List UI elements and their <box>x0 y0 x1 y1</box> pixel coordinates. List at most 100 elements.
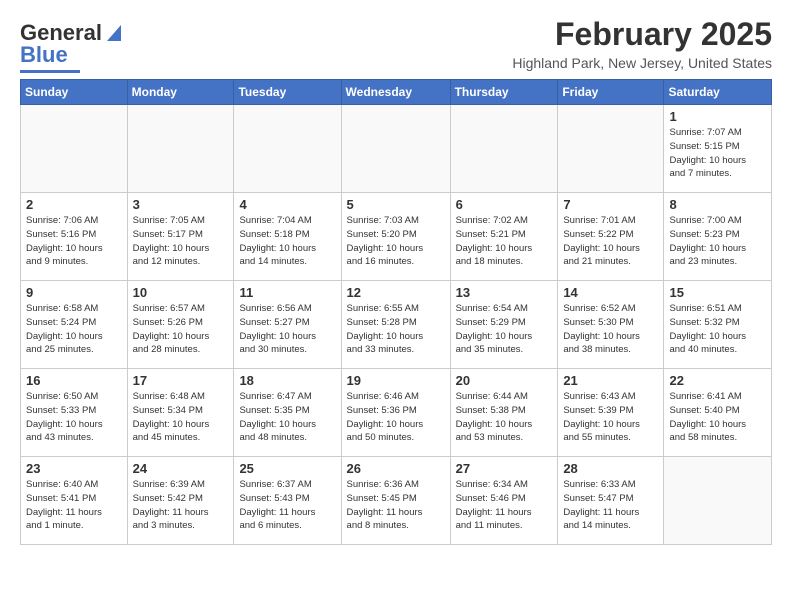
day-info: Sunrise: 6:56 AM Sunset: 5:27 PM Dayligh… <box>239 302 335 357</box>
calendar-cell: 21 Sunrise: 6:43 AM Sunset: 5:39 PM Dayli… <box>558 369 664 457</box>
col-thursday: Thursday <box>450 80 558 105</box>
day-info: Sunrise: 6:41 AM Sunset: 5:40 PM Dayligh… <box>669 390 766 445</box>
day-number: 12 <box>347 285 445 300</box>
col-wednesday: Wednesday <box>341 80 450 105</box>
day-info: Sunrise: 6:55 AM Sunset: 5:28 PM Dayligh… <box>347 302 445 357</box>
day-info: Sunrise: 7:02 AM Sunset: 5:21 PM Dayligh… <box>456 214 553 269</box>
day-number: 20 <box>456 373 553 388</box>
main-title: February 2025 <box>512 16 772 53</box>
day-info: Sunrise: 6:50 AM Sunset: 5:33 PM Dayligh… <box>26 390 122 445</box>
day-number: 25 <box>239 461 335 476</box>
day-info: Sunrise: 7:00 AM Sunset: 5:23 PM Dayligh… <box>669 214 766 269</box>
calendar-cell: 27 Sunrise: 6:34 AM Sunset: 5:46 PM Dayli… <box>450 457 558 545</box>
day-number: 14 <box>563 285 658 300</box>
day-number: 2 <box>26 197 122 212</box>
calendar-cell: 20 Sunrise: 6:44 AM Sunset: 5:38 PM Dayli… <box>450 369 558 457</box>
calendar-cell: 26 Sunrise: 6:36 AM Sunset: 5:45 PM Dayli… <box>341 457 450 545</box>
col-saturday: Saturday <box>664 80 772 105</box>
subtitle: Highland Park, New Jersey, United States <box>512 55 772 71</box>
day-number: 9 <box>26 285 122 300</box>
calendar-week-row: 16Sunrise: 6:50 AM Sunset: 5:33 PM Dayli… <box>21 369 772 457</box>
day-number: 21 <box>563 373 658 388</box>
calendar-cell: 8Sunrise: 7:00 AM Sunset: 5:23 PM Daylig… <box>664 193 772 281</box>
day-info: Sunrise: 6:48 AM Sunset: 5:34 PM Dayligh… <box>133 390 229 445</box>
calendar-cell: 16Sunrise: 6:50 AM Sunset: 5:33 PM Dayli… <box>21 369 128 457</box>
calendar-cell: 10Sunrise: 6:57 AM Sunset: 5:26 PM Dayli… <box>127 281 234 369</box>
calendar-cell: 14 Sunrise: 6:52 AM Sunset: 5:30 PM Dayli… <box>558 281 664 369</box>
calendar-cell: 22 Sunrise: 6:41 AM Sunset: 5:40 PM Dayli… <box>664 369 772 457</box>
calendar-cell: 5 Sunrise: 7:03 AM Sunset: 5:20 PM Daylig… <box>341 193 450 281</box>
header: General Blue February 2025 Highland Park… <box>20 16 772 73</box>
day-number: 6 <box>456 197 553 212</box>
calendar-week-row: 9Sunrise: 6:58 AM Sunset: 5:24 PM Daylig… <box>21 281 772 369</box>
calendar-cell <box>21 105 128 193</box>
calendar-cell: 1 Sunrise: 7:07 AM Sunset: 5:15 PM Daylig… <box>664 105 772 193</box>
calendar-cell: 6 Sunrise: 7:02 AM Sunset: 5:21 PM Daylig… <box>450 193 558 281</box>
day-info: Sunrise: 6:47 AM Sunset: 5:35 PM Dayligh… <box>239 390 335 445</box>
day-info: Sunrise: 7:07 AM Sunset: 5:15 PM Dayligh… <box>669 126 766 181</box>
calendar-cell: 13Sunrise: 6:54 AM Sunset: 5:29 PM Dayli… <box>450 281 558 369</box>
calendar-cell: 25 Sunrise: 6:37 AM Sunset: 5:43 PM Dayli… <box>234 457 341 545</box>
calendar-cell <box>664 457 772 545</box>
day-number: 26 <box>347 461 445 476</box>
title-area: February 2025 Highland Park, New Jersey,… <box>512 16 772 71</box>
day-info: Sunrise: 6:46 AM Sunset: 5:36 PM Dayligh… <box>347 390 445 445</box>
day-number: 22 <box>669 373 766 388</box>
day-info: Sunrise: 6:52 AM Sunset: 5:30 PM Dayligh… <box>563 302 658 357</box>
calendar-cell: 17Sunrise: 6:48 AM Sunset: 5:34 PM Dayli… <box>127 369 234 457</box>
day-info: Sunrise: 7:03 AM Sunset: 5:20 PM Dayligh… <box>347 214 445 269</box>
day-info: Sunrise: 7:05 AM Sunset: 5:17 PM Dayligh… <box>133 214 229 269</box>
day-info: Sunrise: 6:54 AM Sunset: 5:29 PM Dayligh… <box>456 302 553 357</box>
calendar-cell: 28Sunrise: 6:33 AM Sunset: 5:47 PM Dayli… <box>558 457 664 545</box>
calendar-cell: 12 Sunrise: 6:55 AM Sunset: 5:28 PM Dayli… <box>341 281 450 369</box>
calendar-cell: 7 Sunrise: 7:01 AM Sunset: 5:22 PM Daylig… <box>558 193 664 281</box>
calendar-cell: 4Sunrise: 7:04 AM Sunset: 5:18 PM Daylig… <box>234 193 341 281</box>
day-info: Sunrise: 7:06 AM Sunset: 5:16 PM Dayligh… <box>26 214 122 269</box>
calendar-week-row: 2 Sunrise: 7:06 AM Sunset: 5:16 PM Daylig… <box>21 193 772 281</box>
col-monday: Monday <box>127 80 234 105</box>
day-number: 27 <box>456 461 553 476</box>
calendar-week-row: 1 Sunrise: 7:07 AM Sunset: 5:15 PM Daylig… <box>21 105 772 193</box>
col-tuesday: Tuesday <box>234 80 341 105</box>
day-info: Sunrise: 7:04 AM Sunset: 5:18 PM Dayligh… <box>239 214 335 269</box>
day-number: 24 <box>133 461 229 476</box>
day-number: 7 <box>563 197 658 212</box>
calendar-cell: 15Sunrise: 6:51 AM Sunset: 5:32 PM Dayli… <box>664 281 772 369</box>
calendar-cell <box>234 105 341 193</box>
day-number: 18 <box>239 373 335 388</box>
page: General Blue February 2025 Highland Park… <box>0 0 792 561</box>
day-info: Sunrise: 6:51 AM Sunset: 5:32 PM Dayligh… <box>669 302 766 357</box>
calendar-cell: 19 Sunrise: 6:46 AM Sunset: 5:36 PM Dayli… <box>341 369 450 457</box>
calendar-cell: 23 Sunrise: 6:40 AM Sunset: 5:41 PM Dayli… <box>21 457 128 545</box>
logo-blue-text: Blue <box>20 42 68 68</box>
calendar: Sunday Monday Tuesday Wednesday Thursday… <box>20 79 772 545</box>
calendar-cell <box>127 105 234 193</box>
calendar-cell: 18 Sunrise: 6:47 AM Sunset: 5:35 PM Dayli… <box>234 369 341 457</box>
day-info: Sunrise: 7:01 AM Sunset: 5:22 PM Dayligh… <box>563 214 658 269</box>
day-info: Sunrise: 6:33 AM Sunset: 5:47 PM Dayligh… <box>563 478 658 533</box>
calendar-cell <box>558 105 664 193</box>
day-info: Sunrise: 6:39 AM Sunset: 5:42 PM Dayligh… <box>133 478 229 533</box>
calendar-header-row: Sunday Monday Tuesday Wednesday Thursday… <box>21 80 772 105</box>
day-info: Sunrise: 6:34 AM Sunset: 5:46 PM Dayligh… <box>456 478 553 533</box>
day-number: 11 <box>239 285 335 300</box>
calendar-cell: 2 Sunrise: 7:06 AM Sunset: 5:16 PM Daylig… <box>21 193 128 281</box>
logo: General Blue <box>20 20 123 73</box>
logo-triangle-icon <box>105 21 123 48</box>
logo-underline <box>20 70 80 73</box>
day-number: 5 <box>347 197 445 212</box>
calendar-cell <box>450 105 558 193</box>
day-info: Sunrise: 6:40 AM Sunset: 5:41 PM Dayligh… <box>26 478 122 533</box>
day-number: 23 <box>26 461 122 476</box>
day-info: Sunrise: 6:44 AM Sunset: 5:38 PM Dayligh… <box>456 390 553 445</box>
day-info: Sunrise: 6:37 AM Sunset: 5:43 PM Dayligh… <box>239 478 335 533</box>
day-info: Sunrise: 6:36 AM Sunset: 5:45 PM Dayligh… <box>347 478 445 533</box>
col-friday: Friday <box>558 80 664 105</box>
calendar-cell: 24 Sunrise: 6:39 AM Sunset: 5:42 PM Dayli… <box>127 457 234 545</box>
day-number: 19 <box>347 373 445 388</box>
calendar-cell: 9Sunrise: 6:58 AM Sunset: 5:24 PM Daylig… <box>21 281 128 369</box>
calendar-cell: 3 Sunrise: 7:05 AM Sunset: 5:17 PM Daylig… <box>127 193 234 281</box>
day-number: 1 <box>669 109 766 124</box>
day-number: 3 <box>133 197 229 212</box>
day-info: Sunrise: 6:43 AM Sunset: 5:39 PM Dayligh… <box>563 390 658 445</box>
